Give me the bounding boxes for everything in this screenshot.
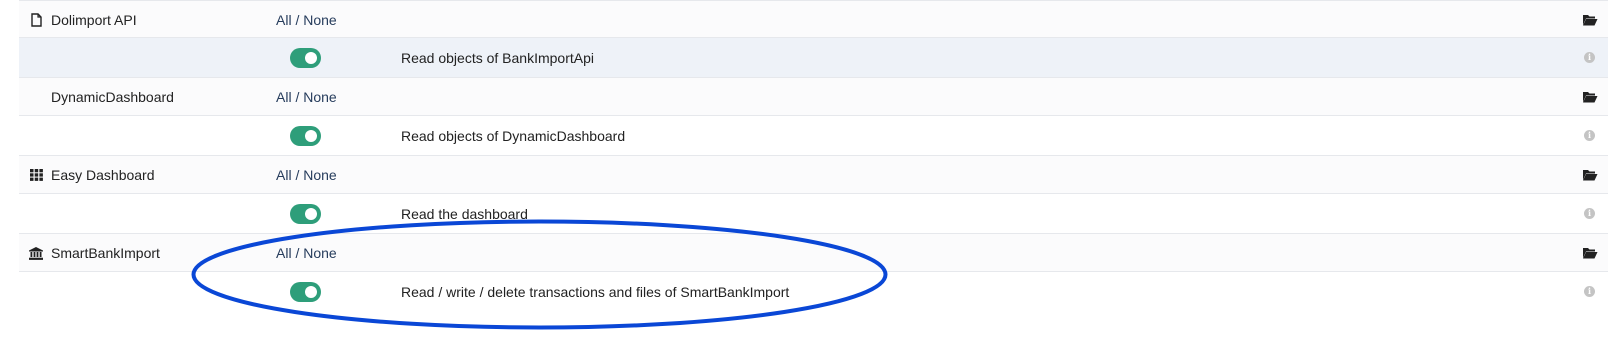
all-none-links: All / None <box>276 89 337 105</box>
toggle-knob <box>305 52 317 64</box>
all-none-links: All / None <box>276 12 337 28</box>
file-icon <box>29 13 43 27</box>
module-row-dolimport-api: Dolimport API All / None <box>19 0 1608 38</box>
module-row-easy-dashboard: Easy Dashboard All / None <box>19 156 1608 194</box>
permission-label: Read objects of BankImportApi <box>401 50 594 66</box>
module-name: Easy Dashboard <box>51 167 155 183</box>
select-none-link[interactable]: None <box>303 167 336 183</box>
toggle-knob <box>305 286 317 298</box>
select-none-link[interactable]: None <box>303 12 336 28</box>
folder-open-icon[interactable] <box>1582 246 1598 260</box>
select-all-link[interactable]: All <box>276 12 292 28</box>
module-row-dynamicdashboard: DynamicDashboard All / None <box>19 78 1608 116</box>
permissions-table: Dolimport API All / None Read objects of… <box>19 0 1608 312</box>
module-name: SmartBankImport <box>51 245 160 261</box>
folder-open-icon[interactable] <box>1582 90 1598 104</box>
permission-toggle[interactable] <box>290 282 321 302</box>
module-row-smartbankimport: SmartBankImport All / None <box>19 234 1608 272</box>
grid-icon <box>29 168 43 182</box>
permission-label: Read the dashboard <box>401 206 528 222</box>
info-icon[interactable]: i <box>1584 52 1595 63</box>
permission-label: Read / write / delete transactions and f… <box>401 284 790 300</box>
permission-row: Read objects of DynamicDashboard i <box>19 116 1608 156</box>
permission-label: Read objects of DynamicDashboard <box>401 128 626 144</box>
info-icon[interactable]: i <box>1584 286 1595 297</box>
all-none-links: All / None <box>276 245 337 261</box>
toggle-knob <box>305 130 317 142</box>
select-all-link[interactable]: All <box>276 89 292 105</box>
permission-row: Read / write / delete transactions and f… <box>19 272 1608 312</box>
toggle-knob <box>305 208 317 220</box>
permission-toggle[interactable] <box>290 204 321 224</box>
permission-toggle[interactable] <box>290 48 321 68</box>
info-icon[interactable]: i <box>1584 208 1595 219</box>
select-none-link[interactable]: None <box>303 245 336 261</box>
module-name: DynamicDashboard <box>51 89 174 105</box>
folder-open-icon[interactable] <box>1582 168 1598 182</box>
permission-row: Read the dashboard i <box>19 194 1608 234</box>
all-none-links: All / None <box>276 167 337 183</box>
select-none-link[interactable]: None <box>303 89 336 105</box>
info-icon[interactable]: i <box>1584 130 1595 141</box>
permission-row: Read objects of BankImportApi i <box>19 38 1608 78</box>
module-name: Dolimport API <box>51 12 137 28</box>
bank-icon <box>29 246 43 260</box>
select-all-link[interactable]: All <box>276 245 292 261</box>
select-all-link[interactable]: All <box>276 167 292 183</box>
folder-open-icon[interactable] <box>1582 13 1598 27</box>
permission-toggle[interactable] <box>290 126 321 146</box>
